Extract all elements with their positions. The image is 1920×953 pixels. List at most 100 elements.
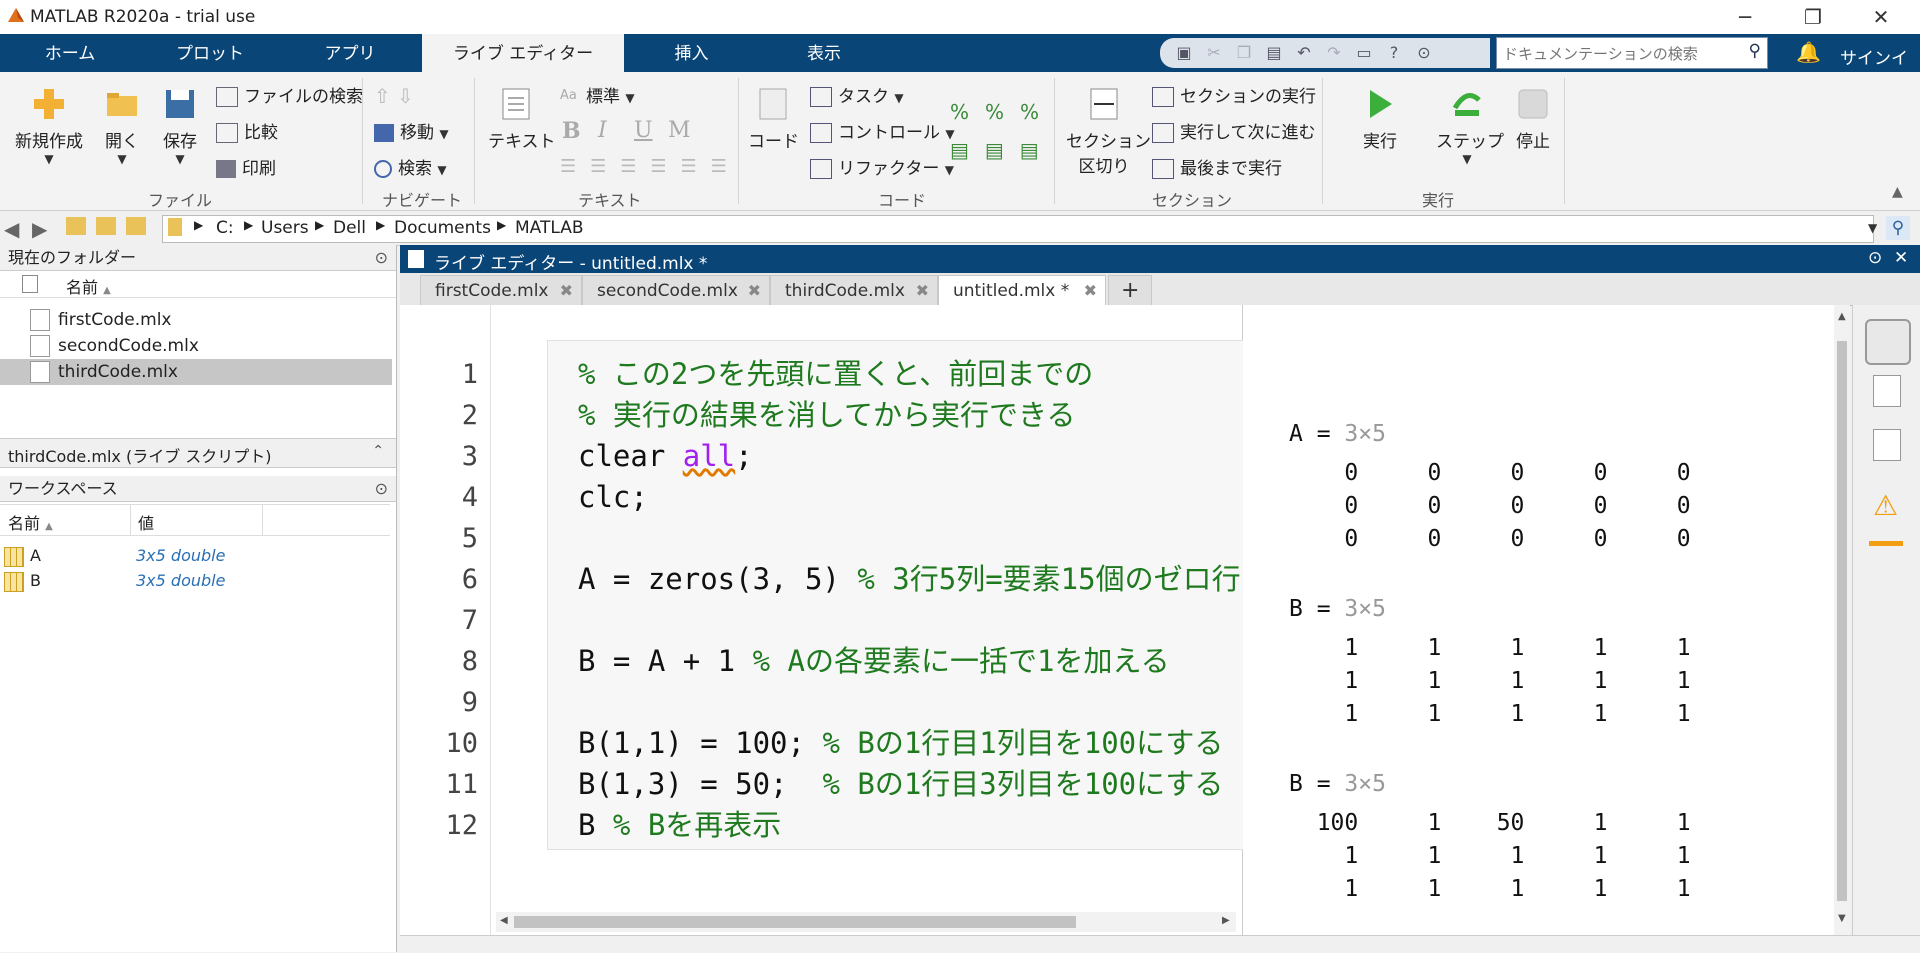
breadcrumb-separator-icon[interactable]: ▶ bbox=[194, 218, 203, 232]
open-button[interactable]: 開く ▼ bbox=[100, 86, 144, 166]
editor-menu-icon[interactable]: ⊙ bbox=[1868, 248, 1882, 268]
breadcrumb-separator-icon[interactable]: ▶ bbox=[376, 218, 385, 232]
task-button[interactable]: タスク ▼ bbox=[810, 82, 904, 107]
cut-icon[interactable]: ✂ bbox=[1204, 43, 1224, 63]
redo-icon[interactable]: ↷ bbox=[1324, 43, 1344, 63]
breadcrumb-documents[interactable]: Documents bbox=[394, 218, 491, 238]
hide-code-icon[interactable] bbox=[1873, 429, 1901, 461]
file-type-column-icon[interactable] bbox=[22, 275, 38, 293]
output-inline-icon[interactable] bbox=[1865, 319, 1911, 365]
save-icon[interactable]: ▣ bbox=[1174, 43, 1194, 63]
run-and-advance-button[interactable]: 実行して次に進む bbox=[1152, 118, 1316, 143]
tab-apps[interactable]: アプリ bbox=[280, 34, 420, 72]
details-header[interactable]: thirdCode.mlx (ライブ スクリプト) ⌃ bbox=[0, 438, 396, 468]
close-button[interactable]: ✕ bbox=[1852, 0, 1910, 34]
step-button[interactable]: ステップ ▼ bbox=[1436, 86, 1504, 166]
tab-plots[interactable]: プロット bbox=[140, 34, 280, 72]
print-button[interactable]: 印刷 bbox=[216, 154, 276, 179]
search-input[interactable] bbox=[1501, 40, 1735, 68]
goto-button[interactable]: 移動 ▼ bbox=[374, 118, 449, 143]
copy-icon[interactable]: ❐ bbox=[1234, 43, 1254, 63]
control-button[interactable]: コントロール ▼ bbox=[810, 118, 955, 143]
forward-arrow-icon[interactable]: ▶ bbox=[32, 217, 47, 241]
table-row[interactable]: B 3x5 double bbox=[4, 570, 384, 594]
minimize-button[interactable]: ─ bbox=[1716, 0, 1774, 34]
panel-menu-icon[interactable]: ⊙ bbox=[375, 476, 388, 502]
comment-icons[interactable]: %%% bbox=[950, 100, 1055, 124]
tab-live-editor[interactable]: ライブ エディター bbox=[422, 34, 624, 72]
path-dropdown-icon[interactable]: ▼ bbox=[1868, 221, 1877, 235]
find-button[interactable]: 検索 ▼ bbox=[374, 154, 447, 179]
tab-untitled[interactable]: untitled.mlx * ✖ bbox=[938, 275, 1106, 305]
help-icon[interactable]: ? bbox=[1384, 43, 1404, 63]
switch-windows-icon[interactable]: ▭ bbox=[1354, 43, 1374, 63]
search-folder-icon[interactable] bbox=[126, 217, 146, 235]
monospace-button[interactable]: M bbox=[668, 118, 691, 143]
breadcrumb-separator-icon[interactable]: ▶ bbox=[244, 218, 253, 232]
notification-bell-icon[interactable]: 🔔 bbox=[1796, 40, 1821, 64]
nav-up-down-icon[interactable]: ⇧ ⇩ bbox=[374, 84, 414, 108]
run-button[interactable]: 実行 bbox=[1352, 86, 1408, 152]
workspace-name-column[interactable]: 名前 ▲ bbox=[8, 510, 53, 534]
breadcrumb-separator-icon[interactable]: ▶ bbox=[315, 218, 324, 232]
save-button[interactable]: 保存 ▼ bbox=[158, 86, 202, 166]
name-column-header[interactable]: 名前 ▲ bbox=[66, 274, 111, 298]
restore-button[interactable]: ❐ bbox=[1784, 0, 1842, 34]
undo-icon[interactable]: ↶ bbox=[1294, 43, 1314, 63]
search-icon[interactable]: ⚲ bbox=[1749, 41, 1761, 61]
add-tab-button[interactable]: + bbox=[1108, 275, 1152, 305]
indent-icons[interactable]: ▤▤▤ bbox=[950, 138, 1055, 162]
close-tab-icon[interactable]: ✖ bbox=[560, 276, 573, 306]
workspace-value-column[interactable]: 値 bbox=[138, 510, 154, 534]
documentation-search[interactable]: ⚲ bbox=[1496, 37, 1768, 69]
list-item[interactable]: secondCode.mlx bbox=[30, 333, 390, 359]
tab-firstcode[interactable]: firstCode.mlx ✖ bbox=[420, 275, 582, 305]
tab-insert[interactable]: 挿入 bbox=[624, 34, 759, 72]
section-break-button[interactable]: セクション 区切り bbox=[1066, 86, 1151, 177]
italic-button[interactable]: I bbox=[598, 118, 607, 143]
stop-button[interactable]: 停止 bbox=[1510, 86, 1556, 152]
path-search-icon[interactable]: ⚲ bbox=[1886, 216, 1910, 240]
underline-button[interactable]: U bbox=[634, 118, 653, 143]
breadcrumb-matlab[interactable]: MATLAB bbox=[515, 218, 584, 238]
close-tab-icon[interactable]: ✖ bbox=[1084, 276, 1097, 306]
compare-button[interactable]: 比較 bbox=[216, 118, 278, 143]
style-dropdown[interactable]: Aa 標準 ▼ bbox=[560, 82, 635, 107]
close-tab-icon[interactable]: ✖ bbox=[916, 276, 929, 306]
find-files-button[interactable]: ファイルの検索 bbox=[216, 82, 363, 107]
refactor-button[interactable]: リファクター ▼ bbox=[810, 154, 954, 179]
breadcrumb-users[interactable]: Users bbox=[261, 218, 309, 238]
back-arrow-icon[interactable]: ◀ bbox=[4, 217, 19, 241]
horizontal-scrollbar[interactable]: ◀ ▶ bbox=[496, 912, 1236, 932]
bold-button[interactable]: B bbox=[562, 118, 581, 144]
customize-icon[interactable]: ⊙ bbox=[1414, 43, 1434, 63]
tab-secondcode[interactable]: secondCode.mlx ✖ bbox=[582, 275, 770, 305]
tab-thirdcode[interactable]: thirdCode.mlx ✖ bbox=[770, 275, 938, 305]
list-item[interactable]: firstCode.mlx bbox=[30, 307, 390, 333]
new-button[interactable]: 新規作成 ▼ bbox=[14, 86, 84, 166]
code-lines[interactable]: % この2つを先頭に置くと、前回までの % 実行の結果を消してから実行できる c… bbox=[578, 354, 1242, 854]
text-button[interactable]: テキスト bbox=[488, 86, 556, 152]
list-item-selected[interactable]: thirdCode.mlx bbox=[0, 359, 392, 385]
run-section-button[interactable]: セクションの実行 bbox=[1152, 82, 1316, 107]
browse-folder-icon[interactable] bbox=[96, 217, 116, 235]
up-folder-icon[interactable] bbox=[66, 217, 86, 235]
chevron-up-icon[interactable]: ⌃ bbox=[372, 443, 384, 459]
run-to-end-button[interactable]: 最後まで実行 bbox=[1152, 154, 1282, 179]
breadcrumb-separator-icon[interactable]: ▶ bbox=[497, 218, 506, 232]
tab-view[interactable]: 表示 bbox=[759, 34, 889, 72]
vertical-scrollbar[interactable]: ▲ ▼ bbox=[1834, 305, 1850, 935]
collapse-ribbon-icon[interactable]: ▲ bbox=[1892, 184, 1903, 200]
table-row[interactable]: A 3x5 double bbox=[4, 545, 384, 569]
close-editor-icon[interactable]: ✕ bbox=[1894, 248, 1908, 268]
paragraph-format-icons[interactable]: ☰☰☰☰☰☰ bbox=[560, 156, 741, 177]
breadcrumb-drive[interactable]: C: bbox=[216, 218, 234, 238]
tab-home[interactable]: ホーム bbox=[0, 34, 140, 72]
output-right-icon[interactable] bbox=[1873, 375, 1901, 407]
close-tab-icon[interactable]: ✖ bbox=[748, 276, 761, 306]
code-button[interactable]: コード bbox=[748, 86, 799, 152]
warning-icon[interactable]: ⚠ bbox=[1873, 489, 1898, 522]
paste-icon[interactable]: ▤ bbox=[1264, 43, 1284, 63]
breadcrumb-dell[interactable]: Dell bbox=[333, 218, 366, 238]
panel-menu-icon[interactable]: ⊙ bbox=[375, 245, 388, 271]
